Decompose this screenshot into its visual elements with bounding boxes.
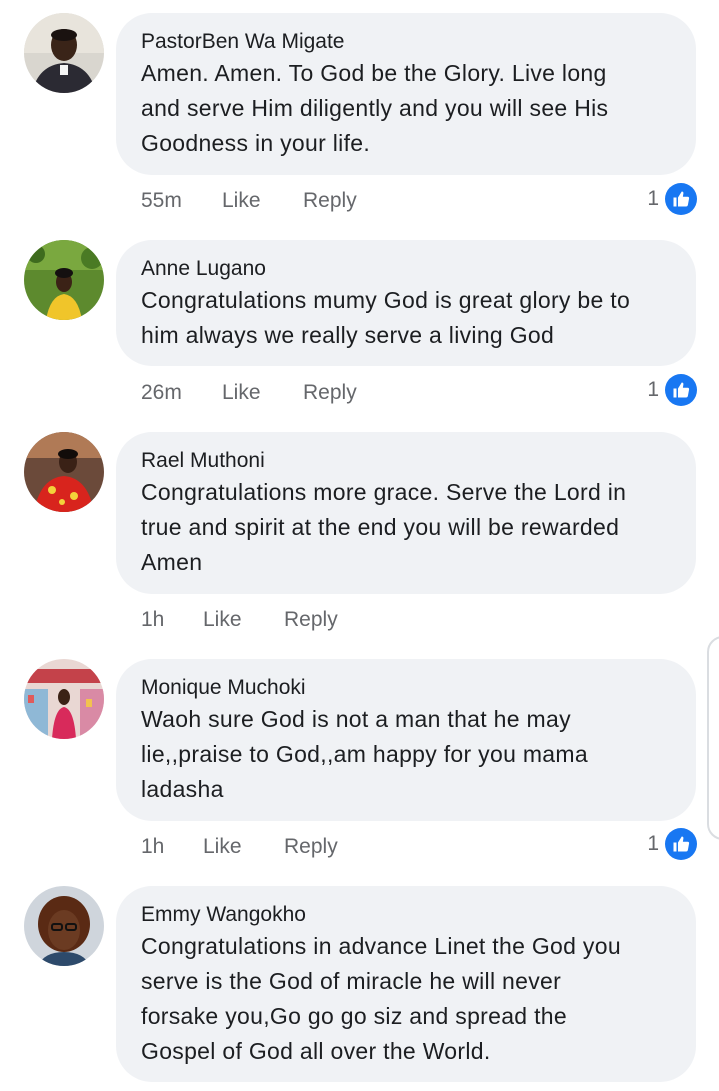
comment-line: lie,,praise to God,,am happy for you mam… <box>141 741 588 767</box>
like-button[interactable]: Like <box>222 189 303 213</box>
comment-line: serve is the God of miracle he will neve… <box>141 968 562 994</box>
like-button[interactable]: Like <box>203 835 284 859</box>
comment-text: Waoh sure God is not a man that he may l… <box>141 702 674 807</box>
thumbs-up-icon <box>665 828 697 860</box>
comment-line: Congratulations more grace. Serve the Lo… <box>141 479 627 505</box>
avatar[interactable] <box>24 886 104 966</box>
reaction-number: 1 <box>647 378 659 401</box>
comment-author[interactable]: Rael Muthoni <box>141 447 674 475</box>
comment-bubble: Emmy Wangokho Congratulations in advance… <box>116 886 696 1082</box>
comment-text: Congratulations in advance Linet the God… <box>141 929 674 1069</box>
comment-actions: 1h Like Reply <box>141 832 338 862</box>
comment-line: Amen <box>141 549 203 575</box>
comment-text: Amen. Amen. To God be the Glory. Live lo… <box>141 56 674 161</box>
comment-actions: 26m Like Reply <box>141 378 357 408</box>
reply-button[interactable]: Reply <box>303 381 357 405</box>
comment-author[interactable]: Anne Lugano <box>141 255 674 283</box>
comment-timestamp[interactable]: 1h <box>141 608 203 632</box>
avatar[interactable] <box>24 13 104 93</box>
reaction-number: 1 <box>647 832 659 855</box>
comment-actions: 1h Like Reply <box>141 605 338 635</box>
comment-line: Gospel of God all over the World. <box>141 1038 491 1064</box>
comment-timestamp[interactable]: 55m <box>141 189 222 213</box>
reply-button[interactable]: Reply <box>303 189 357 213</box>
comment-bubble: Anne Lugano Congratulations mumy God is … <box>116 240 696 366</box>
comment-line: Amen. Amen. To God be the Glory. Live lo… <box>141 60 607 86</box>
comment-author[interactable]: PastorBen Wa Migate <box>141 28 674 56</box>
reply-button[interactable]: Reply <box>284 608 338 632</box>
comment-timestamp[interactable]: 1h <box>141 835 203 859</box>
comment-line: Waoh sure God is not a man that he may <box>141 706 571 732</box>
side-panel-handle[interactable] <box>707 636 719 840</box>
thumbs-up-icon <box>665 374 697 406</box>
comment-text: Congratulations mumy God is great glory … <box>141 283 674 353</box>
like-button[interactable]: Like <box>222 381 303 405</box>
comment-line: Goodness in your life. <box>141 130 371 156</box>
avatar[interactable] <box>24 659 104 739</box>
comment-actions: 55m Like Reply <box>141 186 357 216</box>
comment-timestamp[interactable]: 26m <box>141 381 222 405</box>
comment-line: forsake you,Go go go siz and spread the <box>141 1003 567 1029</box>
comment-bubble: Rael Muthoni Congratulations more grace.… <box>116 432 696 594</box>
comment-text: Congratulations more grace. Serve the Lo… <box>141 475 674 580</box>
reaction-count[interactable]: 1 <box>647 183 697 215</box>
comment-bubble: Monique Muchoki Waoh sure God is not a m… <box>116 659 696 821</box>
reaction-count[interactable]: 1 <box>647 374 697 406</box>
reaction-count[interactable]: 1 <box>647 828 697 860</box>
comment-line: ladasha <box>141 776 224 802</box>
comment-bubble: PastorBen Wa Migate Amen. Amen. To God b… <box>116 13 696 175</box>
comment-author[interactable]: Emmy Wangokho <box>141 901 674 929</box>
comment-line: him always we really serve a living God <box>141 322 555 348</box>
reaction-number: 1 <box>647 187 659 210</box>
thumbs-up-icon <box>665 183 697 215</box>
like-button[interactable]: Like <box>203 608 284 632</box>
comment-line: Congratulations in advance Linet the God… <box>141 933 621 959</box>
avatar[interactable] <box>24 240 104 320</box>
comment-line: and serve Him diligently and you will se… <box>141 95 609 121</box>
comment-line: Congratulations mumy God is great glory … <box>141 287 631 313</box>
comment-author[interactable]: Monique Muchoki <box>141 674 674 702</box>
reply-button[interactable]: Reply <box>284 835 338 859</box>
comment-line: true and spirit at the end you will be r… <box>141 514 620 540</box>
avatar[interactable] <box>24 432 104 512</box>
